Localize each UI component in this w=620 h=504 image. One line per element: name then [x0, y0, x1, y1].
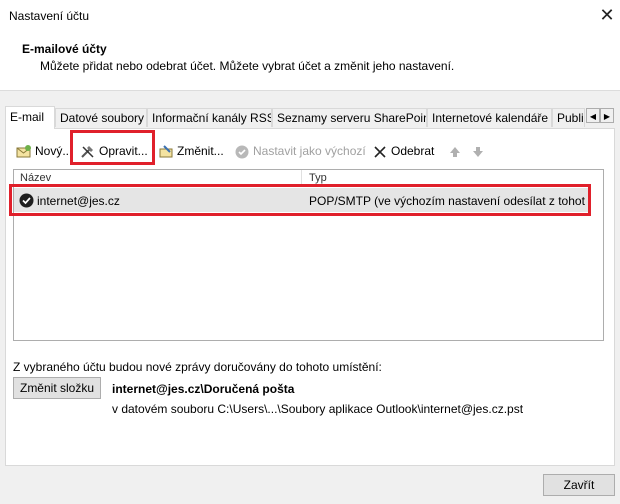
header-subtitle: Můžete přidat nebo odebrat účet. Můžete … [40, 59, 455, 73]
tab-rss-feeds[interactable]: Informační kanály RSS [147, 108, 272, 127]
title-bar [0, 0, 620, 30]
close-button[interactable]: Zavřít [543, 474, 615, 496]
arrow-up-icon [447, 144, 463, 160]
delivery-label: Z vybraného účtu budou nové zprávy doruč… [13, 360, 382, 374]
repair-button[interactable]: Opravit... [80, 142, 148, 160]
tools-icon [80, 144, 96, 160]
change-label: Změnit... [177, 144, 224, 158]
tab-internet-calendars[interactable]: Internetové kalendáře [427, 108, 552, 127]
change-button[interactable]: Změnit... [158, 142, 224, 160]
new-account-label: Nový... [35, 144, 73, 158]
x-icon [372, 144, 388, 160]
move-down-button[interactable] [470, 142, 489, 160]
remove-button[interactable]: Odebrat [372, 142, 434, 160]
new-account-button[interactable]: Nový... [16, 142, 72, 160]
column-divider [301, 170, 302, 187]
destination-folder: internet@jes.cz\Doručená pošta [112, 382, 295, 396]
arrow-down-icon [470, 144, 486, 160]
account-name-cell: internet@jes.cz [37, 194, 120, 208]
window-title: Nastavení účtu [9, 9, 90, 23]
set-default-button[interactable]: Nastavit jako výchozí [234, 142, 366, 160]
header-title: E-mailové účty [22, 42, 107, 56]
check-circle-icon [234, 144, 250, 160]
default-account-check-icon [19, 193, 34, 208]
move-up-button[interactable] [447, 142, 466, 160]
new-mail-icon [16, 144, 32, 160]
destination-path: v datovém souboru C:\Users\...\Soubory a… [112, 402, 524, 416]
tab-scroll-left-icon[interactable]: ◀ [586, 108, 600, 123]
set-default-label: Nastavit jako výchozí [253, 144, 366, 158]
change-folder-button[interactable]: Změnit složku [13, 377, 101, 399]
tab-email[interactable]: E-mail [5, 106, 55, 129]
tab-scroll-right-icon[interactable]: ▶ [600, 108, 614, 123]
change-icon [158, 144, 174, 160]
column-header-type[interactable]: Typ [309, 170, 327, 187]
tab-data-files[interactable]: Datové soubory [55, 108, 147, 127]
remove-label: Odebrat [391, 144, 435, 158]
account-type-cell: POP/SMTP (ve výchozím nastavení odesílat… [309, 194, 585, 208]
column-header-name[interactable]: Název [20, 170, 51, 187]
close-window-button[interactable]: ✕ [596, 4, 618, 26]
tab-sharepoint-lists[interactable]: Seznamy serveru SharePoint [272, 108, 427, 127]
repair-label: Opravit... [99, 144, 148, 158]
tab-published-calendars[interactable]: Publi [552, 108, 585, 127]
